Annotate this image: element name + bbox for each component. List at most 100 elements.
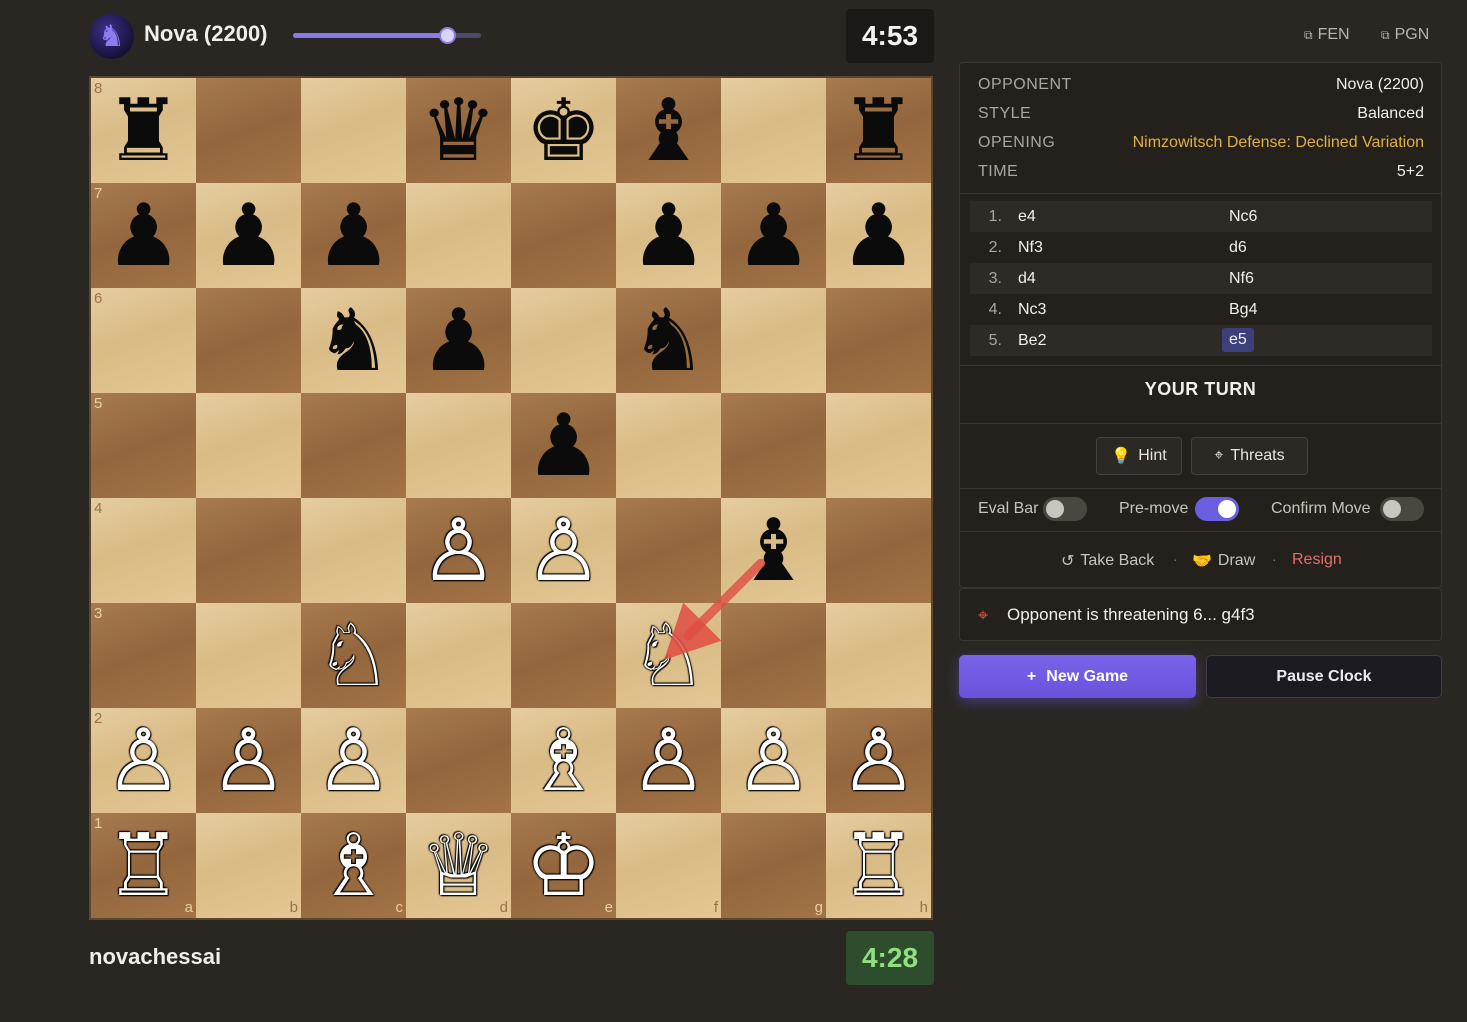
- black-move[interactable]: e5: [1222, 328, 1254, 352]
- square-a8[interactable]: 8 ♜: [91, 78, 196, 183]
- square-f2[interactable]: ♙: [616, 708, 721, 813]
- chess-piece[interactable]: ♕: [420, 823, 497, 909]
- fen-export-button[interactable]: ⧉ FEN: [1304, 26, 1350, 44]
- square-e1[interactable]: e ♔: [511, 813, 616, 918]
- square-a5[interactable]: 5: [91, 393, 196, 498]
- square-c3[interactable]: ♘: [301, 603, 406, 708]
- square-c8[interactable]: [301, 78, 406, 183]
- square-e4[interactable]: ♙: [511, 498, 616, 603]
- square-g8[interactable]: [721, 78, 826, 183]
- chess-piece[interactable]: ♙: [525, 508, 602, 594]
- chess-piece[interactable]: ♟: [735, 193, 812, 279]
- chess-piece[interactable]: ♗: [525, 718, 602, 804]
- square-a4[interactable]: 4: [91, 498, 196, 603]
- chess-piece[interactable]: ♙: [630, 718, 707, 804]
- new-game-button[interactable]: + New Game: [959, 655, 1196, 698]
- square-b1[interactable]: b: [196, 813, 301, 918]
- chess-piece[interactable]: ♟: [525, 403, 602, 489]
- square-g7[interactable]: ♟: [721, 183, 826, 288]
- draw-button[interactable]: 🤝 Draw: [1192, 551, 1255, 571]
- square-b3[interactable]: [196, 603, 301, 708]
- pause-clock-button[interactable]: Pause Clock: [1206, 655, 1442, 698]
- chess-piece[interactable]: ♜: [840, 88, 917, 174]
- chess-piece[interactable]: ♙: [735, 718, 812, 804]
- square-a6[interactable]: 6: [91, 288, 196, 393]
- black-move[interactable]: Nc6: [1229, 208, 1257, 226]
- square-g2[interactable]: ♙: [721, 708, 826, 813]
- square-d7[interactable]: [406, 183, 511, 288]
- square-g1[interactable]: g: [721, 813, 826, 918]
- square-d5[interactable]: [406, 393, 511, 498]
- square-h8[interactable]: ♜: [826, 78, 931, 183]
- chess-piece[interactable]: ♟: [210, 193, 287, 279]
- chess-piece[interactable]: ♟: [840, 193, 917, 279]
- square-h2[interactable]: ♙: [826, 708, 931, 813]
- chess-piece[interactable]: ♜: [105, 88, 182, 174]
- square-e7[interactable]: [511, 183, 616, 288]
- square-h5[interactable]: [826, 393, 931, 498]
- chess-piece[interactable]: ♟: [315, 193, 392, 279]
- chess-piece[interactable]: ♛: [420, 88, 497, 174]
- strength-slider-thumb[interactable]: [439, 27, 457, 44]
- chess-piece[interactable]: ♙: [315, 718, 392, 804]
- chess-piece[interactable]: ♘: [315, 613, 392, 699]
- chess-piece[interactable]: ♟: [105, 193, 182, 279]
- square-g3[interactable]: [721, 603, 826, 708]
- square-b4[interactable]: [196, 498, 301, 603]
- chess-piece[interactable]: ♚: [525, 88, 602, 174]
- square-e3[interactable]: [511, 603, 616, 708]
- square-d2[interactable]: [406, 708, 511, 813]
- chess-piece[interactable]: ♞: [630, 298, 707, 384]
- square-h6[interactable]: [826, 288, 931, 393]
- black-move[interactable]: Bg4: [1229, 301, 1257, 319]
- square-e8[interactable]: ♚: [511, 78, 616, 183]
- square-b2[interactable]: ♙: [196, 708, 301, 813]
- square-c5[interactable]: [301, 393, 406, 498]
- square-d1[interactable]: d ♕: [406, 813, 511, 918]
- white-move[interactable]: Nc3: [1018, 301, 1046, 319]
- chess-piece[interactable]: ♟: [630, 193, 707, 279]
- square-h4[interactable]: [826, 498, 931, 603]
- square-b5[interactable]: [196, 393, 301, 498]
- premove-toggle[interactable]: [1195, 497, 1239, 521]
- square-f1[interactable]: f: [616, 813, 721, 918]
- hint-button[interactable]: 💡 Hint: [1096, 437, 1182, 475]
- square-b6[interactable]: [196, 288, 301, 393]
- square-f4[interactable]: [616, 498, 721, 603]
- square-a2[interactable]: 2 ♙: [91, 708, 196, 813]
- confirm-move-toggle[interactable]: [1380, 497, 1424, 521]
- white-move[interactable]: d4: [1018, 270, 1036, 288]
- square-a7[interactable]: 7 ♟: [91, 183, 196, 288]
- eval-bar-toggle[interactable]: [1043, 497, 1087, 521]
- square-d8[interactable]: ♛: [406, 78, 511, 183]
- strength-slider[interactable]: [293, 27, 481, 44]
- black-move[interactable]: Nf6: [1229, 270, 1254, 288]
- chess-piece[interactable]: ♖: [840, 823, 917, 909]
- square-e2[interactable]: ♗: [511, 708, 616, 813]
- square-c2[interactable]: ♙: [301, 708, 406, 813]
- white-move[interactable]: e4: [1018, 208, 1036, 226]
- square-b7[interactable]: ♟: [196, 183, 301, 288]
- square-c4[interactable]: [301, 498, 406, 603]
- square-a3[interactable]: 3: [91, 603, 196, 708]
- square-g4[interactable]: ♝: [721, 498, 826, 603]
- square-d4[interactable]: ♙: [406, 498, 511, 603]
- chess-piece[interactable]: ♙: [105, 718, 182, 804]
- square-h7[interactable]: ♟: [826, 183, 931, 288]
- square-f6[interactable]: ♞: [616, 288, 721, 393]
- chess-piece[interactable]: ♖: [105, 823, 182, 909]
- square-e5[interactable]: ♟: [511, 393, 616, 498]
- square-b8[interactable]: [196, 78, 301, 183]
- chess-piece[interactable]: ♝: [630, 88, 707, 174]
- chess-piece[interactable]: ♝: [735, 508, 812, 594]
- chess-piece[interactable]: ♘: [630, 613, 707, 699]
- chess-piece[interactable]: ♟: [420, 298, 497, 384]
- resign-button[interactable]: Resign: [1292, 551, 1342, 569]
- square-d6[interactable]: ♟: [406, 288, 511, 393]
- chess-piece[interactable]: ♗: [315, 823, 392, 909]
- pgn-export-button[interactable]: ⧉ PGN: [1381, 26, 1429, 44]
- square-g6[interactable]: [721, 288, 826, 393]
- square-g5[interactable]: [721, 393, 826, 498]
- chess-board[interactable]: 8 ♜ ♛ ♚ ♝ ♜ 7 ♟ ♟ ♟ ♟ ♟ ♟ 6 ♞ ♟ ♞ 5 ♟ 4 ♙ ♙ ♝ 3 ♘ ♘ 2 ♙ ♙ ♙ ♗ ♙ ♙ ♙ 1 a ♖ b c ♗…: [89, 76, 933, 920]
- square-f8[interactable]: ♝: [616, 78, 721, 183]
